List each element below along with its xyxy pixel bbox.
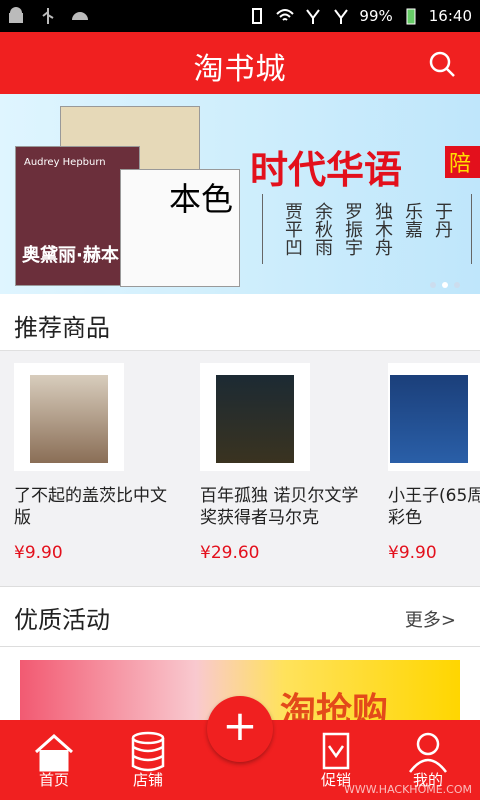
banner-author: 于丹 (432, 202, 453, 238)
watermark: WWW.HACKHOME.COM (343, 783, 472, 796)
add-button[interactable]: + (207, 696, 273, 762)
home-icon (35, 733, 73, 772)
status-bar: 99% 16:40 (0, 0, 480, 32)
clock: 16:40 (428, 7, 472, 25)
product-card[interactable]: 了不起的盖茨比中文版 ¥9.90 (14, 363, 167, 563)
battery-percent: 99% (359, 7, 393, 25)
recommended-title: 推荐商品 (14, 314, 110, 342)
carousel-dot[interactable] (454, 282, 460, 288)
section-divider (0, 646, 480, 647)
signal-icon-2 (334, 9, 349, 24)
vibrate-icon (252, 8, 263, 24)
android-head-icon (72, 12, 88, 20)
banner-carousel[interactable]: Audrey Hepburn 奥黛丽·赫本 本色 时代华语 陪 贾平凹 余秋雨 … (0, 94, 480, 294)
recommended-products[interactable]: 了不起的盖茨比中文版 ¥9.90 百年孤独 诺贝尔文学奖获得者马尔克 ¥29.6… (0, 350, 480, 586)
product-image[interactable] (388, 363, 480, 471)
product-name[interactable]: 了不起的盖茨比中文版 (14, 485, 174, 529)
more-link[interactable]: 更多> (405, 606, 456, 632)
app-header: 淘书城 (0, 32, 480, 94)
carousel-dot-active[interactable] (442, 282, 448, 288)
product-price: ¥9.90 (14, 543, 63, 563)
product-card[interactable]: 小王子(65周版)精装彩色 ¥9.90 (388, 363, 480, 563)
android-icon (9, 7, 23, 23)
banner-headline: 时代华语 (250, 148, 403, 192)
carousel-indicator (430, 282, 460, 288)
product-card[interactable]: 百年孤独 诺贝尔文学奖获得者马尔克 ¥29.60 (200, 363, 358, 563)
product-image[interactable] (200, 363, 310, 471)
banner-authors: 贾平凹 余秋雨 罗振宇 独木舟 乐嘉 于丹 (282, 202, 453, 256)
book-cover-little-prince (390, 375, 468, 463)
banner-headline-tag: 陪 (445, 146, 480, 178)
battery-icon (406, 8, 416, 25)
database-icon (131, 731, 165, 772)
banner-book-3-title: 本色 (169, 180, 234, 218)
signal-icon (306, 9, 321, 24)
product-name[interactable]: 小王子(65周版)精装彩色 (388, 485, 480, 529)
banner-book-2-title: 奥黛丽·赫本 (22, 245, 119, 266)
product-price: ¥29.60 (200, 543, 260, 563)
wifi-icon (276, 9, 295, 21)
search-icon[interactable] (428, 50, 456, 78)
banner-book-3: 本色 (120, 169, 240, 287)
banner-author: 余秋雨 (312, 202, 333, 256)
tab-label: 店铺 (132, 771, 163, 789)
tab-shop[interactable]: 店铺 (108, 726, 188, 798)
banner-book-2-en: Audrey Hepburn (24, 157, 106, 168)
activity-promo-text: 淘抢购 (280, 691, 389, 722)
activities-title: 优质活动 (14, 606, 110, 634)
product-price: ¥9.90 (388, 543, 437, 563)
product-name[interactable]: 百年孤独 诺贝尔文学奖获得者马尔克 (200, 485, 360, 529)
section-divider (0, 586, 480, 587)
banner-author: 乐嘉 (402, 202, 423, 238)
book-cover-solitude (216, 375, 294, 463)
banner-author: 贾平凹 (282, 202, 303, 256)
user-icon (409, 732, 447, 773)
carousel-dot[interactable] (430, 282, 436, 288)
document-icon (322, 732, 350, 770)
book-cover-gatsby (30, 375, 108, 463)
banner-author: 罗振宇 (342, 202, 363, 256)
page-title: 淘书城 (193, 52, 287, 87)
tab-label: 首页 (38, 771, 69, 789)
tab-home[interactable]: 首页 (14, 726, 94, 798)
usb-icon (42, 8, 54, 24)
banner-author: 独木舟 (372, 202, 393, 256)
product-image[interactable] (14, 363, 124, 471)
